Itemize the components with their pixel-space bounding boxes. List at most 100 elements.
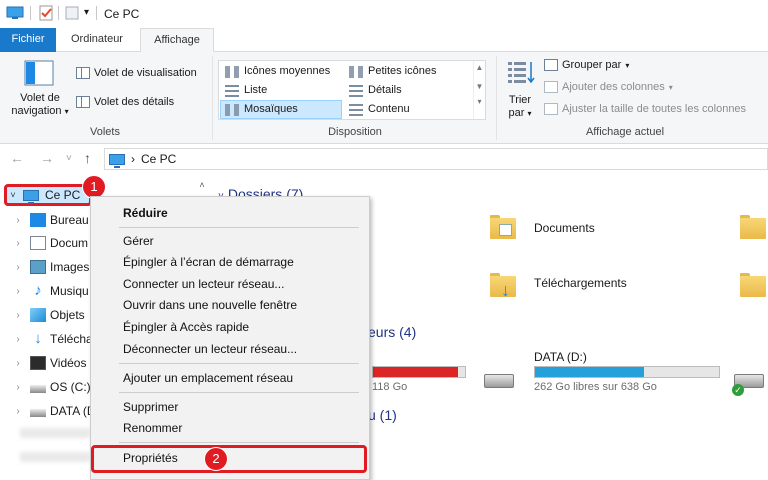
chevron-right-icon[interactable]: › (10, 262, 26, 273)
layout-gallery-scrollbar[interactable]: ▲ ▼ ▾ (473, 61, 485, 119)
tab-fichier[interactable]: Fichier (0, 28, 56, 52)
computer-icon (6, 5, 24, 24)
menu-item-proprietes[interactable]: Propriétés (123, 451, 178, 465)
divider (58, 6, 59, 20)
add-columns-button[interactable]: Ajouter des colonnes ▾ (544, 81, 673, 93)
nav-item-label: Bureau (50, 213, 89, 227)
layout-option-list[interactable]: Liste (221, 81, 341, 100)
fit-columns-icon (544, 103, 558, 115)
nav-item-documents[interactable]: › Docum (0, 232, 88, 254)
preview-pane-icon (76, 67, 90, 79)
nav-item-label: Ce PC (45, 188, 81, 202)
breadcrumb-location[interactable]: Ce PC (141, 152, 176, 166)
tab-ordinateur[interactable]: Ordinateur (58, 28, 136, 52)
preview-pane-button[interactable]: Volet de visualisation (76, 67, 197, 79)
chevron-right-icon[interactable]: › (10, 334, 26, 345)
details-pane-button[interactable]: Volet des détails (76, 96, 174, 108)
chevron-right-icon[interactable]: › (10, 382, 26, 393)
nav-item-os-c[interactable]: › OS (C:) (0, 376, 91, 398)
nav-item-label: OS (C:) (50, 380, 91, 394)
menu-item-pin-start[interactable]: Épingler à l’écran de démarrage (123, 255, 294, 269)
new-folder-quick-access-icon[interactable] (64, 5, 80, 24)
back-arrow-icon[interactable]: ← (10, 150, 24, 166)
music-icon: ♪ (34, 282, 42, 299)
section-header-network[interactable]: u (1) (368, 407, 397, 423)
layout-option-small-icons[interactable]: Petites icônes (345, 62, 465, 81)
layout-option-medium-icons[interactable]: Icônes moyennes (221, 62, 341, 81)
up-arrow-icon[interactable]: ↑ (84, 150, 91, 166)
download-icon: ↓ (34, 330, 42, 347)
chevron-down-icon[interactable]: ˅ (7, 190, 19, 200)
nav-item-images[interactable]: › Images (0, 256, 89, 278)
group-by-button[interactable]: Grouper par ▾ (544, 59, 629, 71)
chevron-down-icon: ▾ (64, 107, 69, 116)
medium-icons-icon (225, 65, 239, 78)
menu-item-add-network-location[interactable]: Ajouter un emplacement réseau (123, 371, 293, 385)
address-bar: ← → ˅ ↑ › Ce PC (0, 144, 768, 174)
section-header-devices[interactable]: eurs (4) (368, 324, 416, 340)
chevron-up-icon[interactable]: ˄ (192, 180, 212, 190)
chevron-right-icon[interactable]: › (10, 215, 26, 226)
chevron-right-icon[interactable]: › (10, 286, 26, 297)
nav-item-objets-3d[interactable]: › Objets (0, 304, 85, 326)
nav-item-label: Vidéos (50, 356, 87, 370)
chevron-down-icon[interactable]: ▼ (474, 82, 485, 91)
menu-item-open-new-window[interactable]: Ouvrir dans une nouvelle fenêtre (123, 298, 297, 312)
layout-option-tiles[interactable]: Mosaïques (220, 100, 342, 119)
folder-icon[interactable] (740, 273, 766, 297)
menu-item-map-network-drive[interactable]: Connecter un lecteur réseau... (123, 277, 284, 291)
address-field[interactable]: › Ce PC (104, 148, 768, 170)
drive-icon[interactable] (484, 374, 514, 388)
sort-icon (506, 60, 536, 93)
preview-pane-label: Volet de visualisation (94, 67, 197, 79)
layout-option-details[interactable]: Détails (345, 81, 465, 100)
nav-item-ce-pc[interactable]: ˅ Ce PC (4, 184, 92, 206)
add-columns-icon (544, 81, 558, 93)
3d-objects-icon (30, 308, 46, 322)
drive-icon (30, 385, 46, 393)
chevron-right-icon[interactable]: › (10, 238, 26, 249)
desktop-icon (30, 213, 46, 227)
sort-by-button[interactable]: Trier par ▾ (502, 94, 538, 120)
menu-item-pin-quick-access[interactable]: Épingler à Accès rapide (123, 320, 249, 334)
properties-quick-access-icon[interactable] (38, 5, 54, 24)
forward-arrow-icon[interactable]: → (40, 150, 54, 166)
details-pane-icon (76, 96, 90, 108)
drive-c-usage-bar (372, 366, 466, 378)
nav-item-bureau[interactable]: › Bureau (0, 209, 89, 231)
nav-item-telechargements[interactable]: › ↓ Téléchar (0, 328, 96, 350)
fit-columns-button[interactable]: Ajuster la taille de toutes les colonnes (544, 103, 746, 115)
menu-item-reduire[interactable]: Réduire (123, 206, 168, 220)
download-icon: ↓ (501, 280, 510, 300)
chevron-down-icon: ▾ (625, 60, 630, 70)
tab-affichage[interactable]: Affichage (140, 28, 214, 53)
videos-icon (30, 356, 46, 370)
menu-item-renommer[interactable]: Renommer (123, 421, 182, 435)
content-icon (349, 103, 363, 116)
layout-option-content[interactable]: Contenu (345, 100, 465, 119)
details-icon (349, 84, 363, 97)
chevron-up-icon[interactable]: ▲ (474, 63, 485, 72)
chevron-right-icon[interactable]: › (10, 358, 26, 369)
divider (96, 6, 97, 20)
more-icon[interactable]: ▾ (474, 97, 485, 106)
chevron-right-icon[interactable]: › (10, 406, 26, 417)
customize-quick-access-icon[interactable]: ▾ (84, 7, 89, 18)
menu-separator (119, 392, 359, 393)
navigation-pane-button[interactable]: Volet de navigation ▾ (10, 92, 70, 118)
recent-locations-icon[interactable]: ˅ (66, 153, 72, 164)
group-label-volets: Volets (90, 126, 120, 138)
drive-d-name[interactable]: DATA (D:) (534, 350, 587, 364)
breadcrumb-separator: › (131, 152, 135, 166)
menu-item-supprimer[interactable]: Supprimer (123, 400, 178, 414)
nav-item-musique[interactable]: › ♪ Musiqu (0, 280, 88, 302)
menu-item-gerer[interactable]: Gérer (123, 234, 154, 248)
menu-item-disconnect-network-drive[interactable]: Déconnecter un lecteur réseau... (123, 342, 297, 356)
check-icon: ✓ (732, 384, 744, 396)
nav-item-videos[interactable]: › Vidéos (0, 352, 86, 374)
chevron-right-icon[interactable]: › (10, 310, 26, 321)
folder-icon[interactable] (740, 215, 766, 239)
folder-telechargements[interactable]: Téléchargements (534, 276, 627, 290)
folder-documents[interactable]: Documents (534, 221, 595, 235)
nav-item-data-d[interactable]: › DATA (D (0, 400, 95, 422)
